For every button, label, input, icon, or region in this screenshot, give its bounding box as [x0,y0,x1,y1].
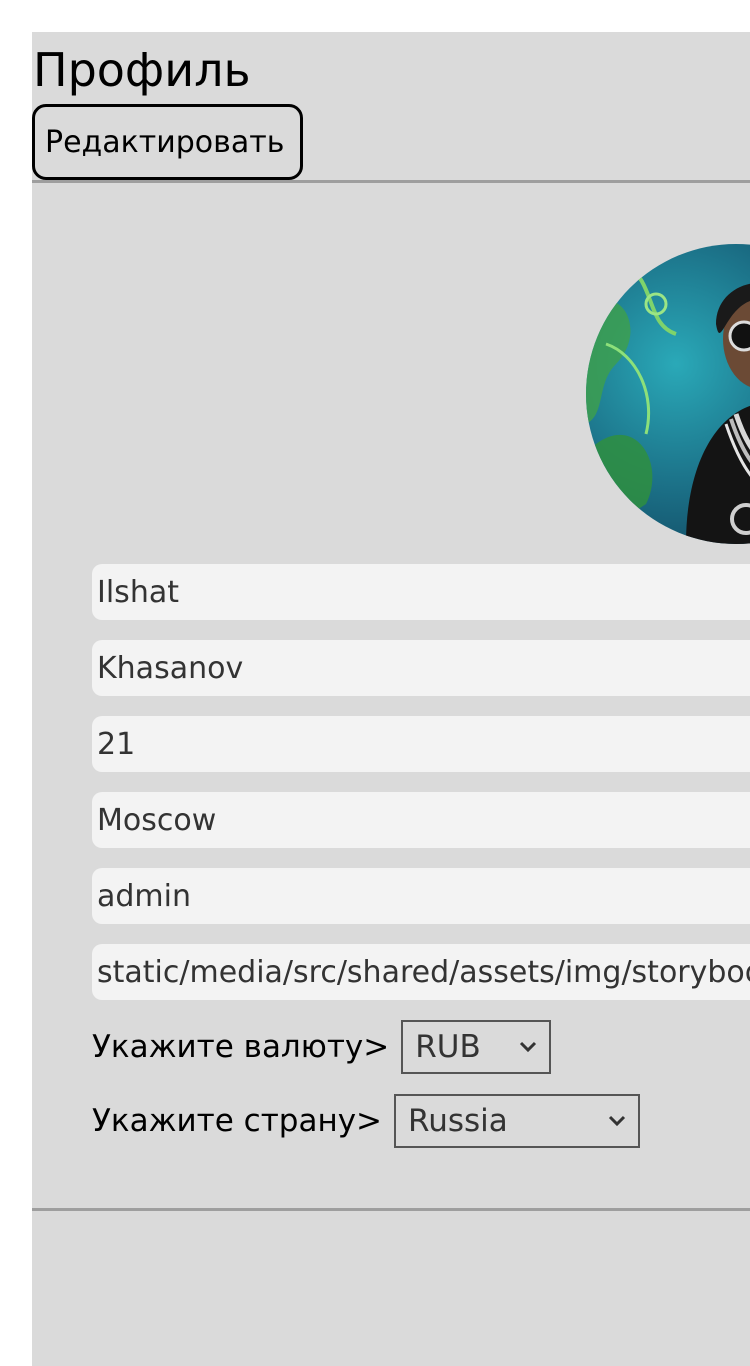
first-name-field[interactable] [92,564,750,620]
currency-select[interactable]: RUB [401,1020,552,1074]
chevron-down-icon [520,1041,537,1053]
last-name-field[interactable] [92,640,750,696]
country-row: Укажите страну> Russia [92,1094,641,1148]
country-label: Укажите страну> [92,1103,383,1139]
header-divider [32,180,750,183]
age-field[interactable] [92,716,750,772]
currency-row: Укажите валюту> RUB [92,1020,552,1074]
chevron-down-icon [608,1115,626,1127]
country-select[interactable]: Russia [394,1094,641,1148]
profile-page: Профиль Редактировать Ilshat Khasanov 21… [32,32,750,1366]
avatar-url-field[interactable] [92,944,750,1000]
avatar-image [586,244,750,544]
currency-selected-value: RUB [415,1029,481,1065]
edit-button[interactable]: Редактировать [32,104,303,180]
username-field[interactable] [92,868,750,924]
avatar [586,244,750,544]
city-field[interactable] [92,792,750,848]
footer-divider [32,1208,750,1211]
currency-label: Укажите валюту> [92,1029,390,1065]
country-selected-value: Russia [408,1103,508,1139]
page-title: Профиль [33,43,251,97]
